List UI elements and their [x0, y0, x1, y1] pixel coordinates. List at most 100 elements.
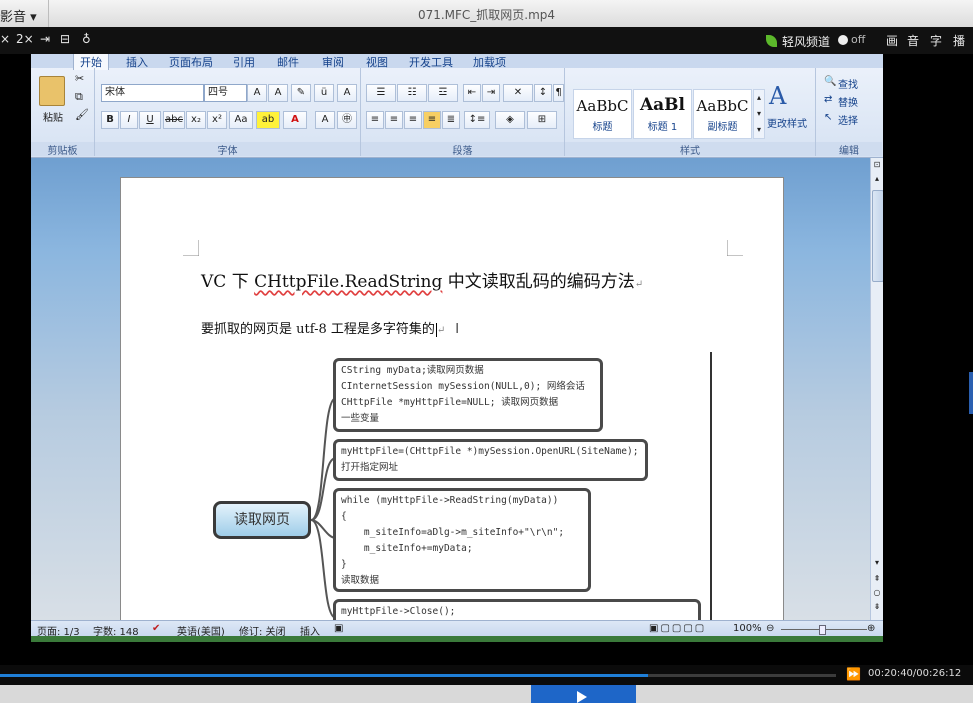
picture-button[interactable]: 画 — [886, 32, 898, 49]
prev-page-icon[interactable]: ⇞ — [872, 574, 882, 584]
style-title[interactable]: AaBbC 标题 — [573, 89, 632, 139]
code-line: myHttpFile->Close(); — [341, 606, 456, 617]
macro-icon[interactable]: ▣ — [334, 623, 343, 634]
align-right-icon[interactable]: ≡ — [404, 111, 422, 129]
ruler-toggle-icon[interactable]: ⊡ — [872, 160, 882, 170]
document-page[interactable]: VC 下 CHttpFile.ReadString 中文读取乱码的编码方法↵ 要… — [120, 177, 784, 642]
font-name-combo[interactable]: 宋体 — [101, 84, 204, 102]
channel-label[interactable]: 轻风频道 — [782, 33, 830, 50]
format-painter-icon[interactable]: 🖌 — [75, 108, 89, 121]
justify-icon[interactable]: ≡ — [423, 111, 441, 129]
vertical-scrollbar[interactable]: ⊡ ▴ ▾ ⇞ ○ ⇟ — [870, 158, 883, 620]
paste-icon[interactable] — [39, 76, 65, 106]
align-center-icon[interactable]: ≡ — [385, 111, 403, 129]
next-page-icon[interactable]: ⇟ — [872, 602, 882, 612]
group-label: 段落 — [361, 142, 564, 157]
window-icon[interactable]: ⊟ — [60, 32, 70, 46]
zoom-level[interactable]: 100% — [733, 623, 762, 634]
code-line: myHttpFile=(CHttpFile *)mySession.OpenUR… — [341, 446, 639, 457]
subscript-button[interactable]: x₂ — [186, 111, 206, 129]
increase-indent-icon[interactable]: ⇥ — [482, 84, 500, 102]
scroll-up-icon[interactable]: ▴ — [872, 174, 882, 184]
fast-forward-icon[interactable]: ⏩ — [846, 667, 861, 681]
bullets-icon[interactable]: ☰ — [366, 84, 396, 102]
zoom-in-icon[interactable]: ⊕ — [867, 623, 875, 634]
select-icon[interactable]: ↖ — [824, 112, 832, 123]
subtitle-button[interactable]: 字 — [930, 32, 942, 49]
find-icon[interactable]: 🔍 — [824, 76, 836, 87]
speed-button[interactable]: 2× — [16, 32, 34, 46]
style-heading1[interactable]: AaBl 标题 1 — [633, 89, 692, 139]
cut-icon[interactable]: ✂ — [75, 72, 84, 85]
playlist-button[interactable]: 播 — [953, 32, 965, 49]
styles-scroll[interactable]: ▴ ▾ ▾ — [753, 89, 765, 139]
editing-group: 🔍 查找 ⇄ 替换 ↖ 选择 编辑 — [816, 68, 882, 157]
mindmap-root-node[interactable]: 读取网页 — [213, 501, 311, 539]
multilevel-icon[interactable]: ☲ — [428, 84, 458, 102]
strike-button[interactable]: abc — [163, 111, 185, 129]
show-marks-icon[interactable]: ¶ — [553, 84, 564, 102]
superscript-button[interactable]: x² — [207, 111, 227, 129]
change-case-button[interactable]: Aa — [229, 111, 253, 129]
replace-icon[interactable]: ⇄ — [824, 94, 832, 105]
scroll-down-icon[interactable]: ▾ — [872, 558, 882, 568]
distribute-icon[interactable]: ≣ — [442, 111, 460, 129]
grow-font-button[interactable]: A — [247, 84, 267, 102]
toggle-knob[interactable] — [838, 35, 848, 45]
underline-button[interactable]: U — [139, 111, 161, 129]
decrease-indent-icon[interactable]: ⇤ — [463, 84, 481, 102]
group-label: 样式 — [565, 142, 815, 157]
zoom-out-icon[interactable]: ⊖ — [766, 623, 774, 634]
borders-icon[interactable]: ⊞ — [527, 111, 557, 129]
play-icon — [577, 691, 587, 703]
char-shading-icon[interactable]: A — [315, 111, 335, 129]
paragraph-group: ☰ ☷ ☲ ⇤ ⇥ ✕ ↕ ¶ ≡ ≡ ≡ ≡ ≣ ↕≡ ◈ ⊞ 段落 — [361, 68, 565, 157]
chinese-layout-icon[interactable]: ✕ — [503, 84, 533, 102]
progress-fill — [0, 674, 648, 677]
align-left-icon[interactable]: ≡ — [366, 111, 384, 129]
sort-icon[interactable]: ↕ — [534, 84, 552, 102]
proofing-icon[interactable]: ✔ — [152, 623, 160, 634]
zoom-thumb[interactable] — [819, 625, 826, 635]
shrink-font-button[interactable]: A — [268, 84, 288, 102]
close-icon[interactable]: × — [0, 32, 10, 46]
browse-object-icon[interactable]: ○ — [872, 588, 882, 598]
mindmap-node-variables[interactable]: CString myData;读取网页数据 CInternetSession m… — [333, 358, 603, 432]
code-line: CInternetSession mySession(NULL,0); 网络会话 — [341, 381, 585, 392]
find-label[interactable]: 查找 — [838, 76, 858, 91]
paste-label[interactable]: 粘贴 — [43, 109, 63, 124]
change-styles-icon[interactable]: A — [769, 82, 786, 110]
skip-icon[interactable]: ⇥ — [40, 32, 50, 46]
audio-button[interactable]: 音 — [907, 32, 919, 49]
mindmap-node-read-loop[interactable]: while (myHttpFile->ReadString(myData)) {… — [333, 488, 591, 592]
italic-button[interactable]: I — [120, 111, 138, 129]
font-color-icon[interactable]: A — [283, 111, 307, 129]
scroll-thumb[interactable] — [872, 190, 883, 282]
clear-format-button[interactable]: ✎ — [291, 84, 311, 102]
copy-icon[interactable]: ⧉ — [75, 90, 83, 104]
select-label[interactable]: 选择 — [838, 112, 858, 127]
side-handle[interactable] — [969, 372, 973, 414]
clipboard-group: 粘贴 ✂ ⧉ 🖌 剪贴板 — [31, 68, 95, 157]
style-subtitle[interactable]: AaBbC 副标题 — [693, 89, 752, 139]
group-label: 剪贴板 — [31, 142, 94, 157]
phonetic-button[interactable]: ü — [314, 84, 334, 102]
letterbox-right — [883, 54, 973, 665]
change-styles-label[interactable]: 更改样式 — [767, 115, 807, 130]
style-sample: AaBbC — [696, 97, 749, 115]
numbering-icon[interactable]: ☷ — [397, 84, 427, 102]
enclose-char-icon[interactable]: ㊥ — [337, 111, 357, 129]
view-buttons-icon[interactable]: ▣▢▢▢▢ — [649, 623, 706, 634]
font-size-combo[interactable]: 四号 — [204, 84, 247, 102]
char-border-button[interactable]: A — [337, 84, 357, 102]
shading-icon[interactable]: ◈ — [495, 111, 525, 129]
bold-button[interactable]: B — [101, 111, 119, 129]
code-line: 打开指定网址 — [341, 462, 399, 473]
replace-label[interactable]: 替换 — [838, 94, 858, 109]
style-name: 标题 — [592, 122, 613, 133]
bulb-icon[interactable]: ♁ — [82, 32, 91, 46]
play-button[interactable] — [531, 685, 636, 703]
mindmap-node-open-url[interactable]: myHttpFile=(CHttpFile *)mySession.OpenUR… — [333, 439, 648, 481]
highlight-icon[interactable]: ab — [256, 111, 280, 129]
line-spacing-icon[interactable]: ↕≡ — [464, 111, 490, 129]
